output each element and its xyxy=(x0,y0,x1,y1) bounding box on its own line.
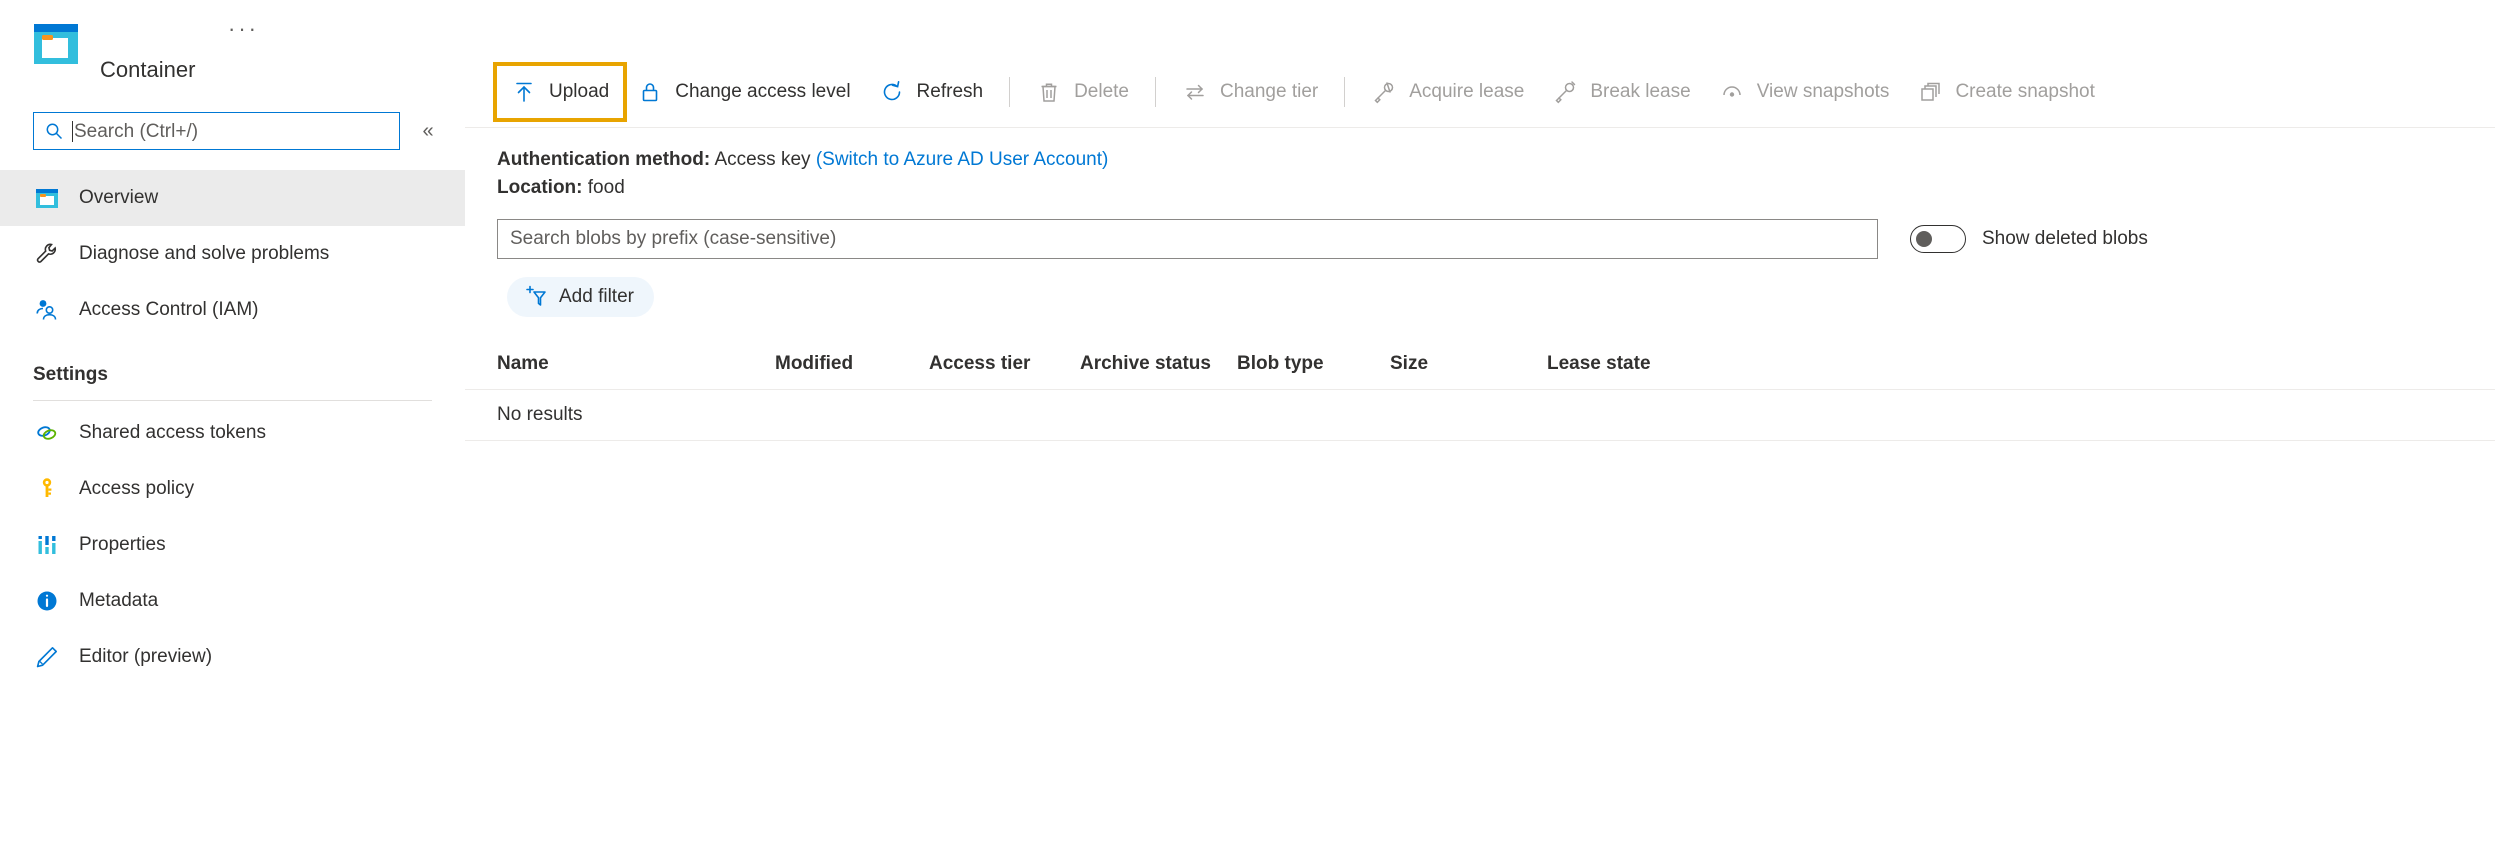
link-chain-icon xyxy=(33,419,61,447)
authentication-method-value: Access key xyxy=(714,149,810,170)
no-results-message: No results xyxy=(497,404,583,426)
sidebar-item-metadata[interactable]: Metadata xyxy=(0,573,465,629)
sidebar-item-shared-access-tokens[interactable]: Shared access tokens xyxy=(0,405,465,461)
container-blade: ··· Container Search (Ctrl+/) « xyxy=(0,0,2495,842)
plug-broken-icon xyxy=(1552,79,1578,105)
command-toolbar: Upload Change access level xyxy=(465,56,2495,128)
change-tier-button-label: Change tier xyxy=(1220,81,1318,103)
lock-icon xyxy=(637,79,663,105)
toolbar-separator xyxy=(1155,77,1156,107)
table-empty-row: No results xyxy=(465,389,2495,441)
authentication-info: Authentication method: Access key (Switc… xyxy=(465,128,2495,201)
change-tier-button: Change tier xyxy=(1168,66,1332,118)
toggle-knob xyxy=(1916,231,1932,247)
key-icon xyxy=(33,475,61,503)
table-header-row: Name Modified Access tier Archive status… xyxy=(465,339,2495,389)
sidebar-item-label: Diagnose and solve problems xyxy=(79,243,329,265)
blade-left-pane: ··· Container Search (Ctrl+/) « xyxy=(0,0,465,842)
column-header-access-tier[interactable]: Access tier xyxy=(929,353,1080,375)
container-icon xyxy=(33,21,79,67)
location-value: food xyxy=(588,177,625,198)
more-menu-button[interactable]: ··· xyxy=(228,18,259,40)
show-deleted-blobs-control: Show deleted blobs xyxy=(1910,225,2148,253)
add-filter-icon xyxy=(523,284,549,310)
view-snapshots-button-label: View snapshots xyxy=(1757,81,1890,103)
column-header-size[interactable]: Size xyxy=(1390,353,1547,375)
sidebar-item-label: Access Control (IAM) xyxy=(79,299,258,321)
create-snapshot-button: Create snapshot xyxy=(1903,66,2108,118)
column-header-archive-status[interactable]: Archive status xyxy=(1080,353,1237,375)
plug-icon xyxy=(1371,79,1397,105)
wrench-icon xyxy=(33,240,61,268)
upload-button-label: Upload xyxy=(549,81,609,103)
refresh-button[interactable]: Refresh xyxy=(865,66,998,118)
upload-button[interactable]: Upload xyxy=(497,66,623,118)
delete-button: Delete xyxy=(1022,66,1143,118)
snapshot-create-icon xyxy=(1917,79,1943,105)
chevron-double-left-icon[interactable]: « xyxy=(415,118,441,144)
column-header-name[interactable]: Name xyxy=(497,353,775,375)
authentication-method-label: Authentication method: xyxy=(497,149,710,170)
add-filter-button[interactable]: Add filter xyxy=(507,277,654,317)
location-line: Location: food xyxy=(497,174,2495,202)
change-access-level-label: Change access level xyxy=(675,81,850,103)
sidebar-group-title: Settings xyxy=(0,338,465,394)
sidebar-item-access-policy[interactable]: Access policy xyxy=(0,461,465,517)
text-caret xyxy=(72,121,73,142)
change-access-level-button[interactable]: Change access level xyxy=(623,66,864,118)
delete-button-label: Delete xyxy=(1074,81,1129,103)
add-filter-label: Add filter xyxy=(559,286,634,308)
search-input[interactable]: Search (Ctrl+/) xyxy=(33,112,400,150)
refresh-button-label: Refresh xyxy=(917,81,984,103)
sidebar-item-access-control-iam[interactable]: Access Control (IAM) xyxy=(0,282,465,338)
info-circle-icon xyxy=(33,587,61,615)
sidebar-search-row: Search (Ctrl+/) « xyxy=(0,112,465,156)
column-header-lease-state[interactable]: Lease state xyxy=(1547,353,1727,375)
sidebar-item-diagnose-and-solve-problems[interactable]: Diagnose and solve problems xyxy=(0,226,465,282)
authentication-method-line: Authentication method: Access key (Switc… xyxy=(497,146,2495,174)
create-snapshot-button-label: Create snapshot xyxy=(1955,81,2094,103)
sidebar-item-label: Shared access tokens xyxy=(79,422,266,444)
blade-content: Upload Change access level xyxy=(465,0,2495,842)
sidebar-nav: Overview Diagnose and solve problems xyxy=(0,170,465,685)
acquire-lease-button: Acquire lease xyxy=(1357,66,1538,118)
sidebar-item-label: Properties xyxy=(79,534,166,556)
sidebar-item-label: Access policy xyxy=(79,478,194,500)
column-header-blob-type[interactable]: Blob type xyxy=(1237,353,1390,375)
sidebar-item-editor-preview[interactable]: Editor (preview) xyxy=(0,629,465,685)
blob-search-input[interactable] xyxy=(497,219,1878,259)
blob-table: Name Modified Access tier Archive status… xyxy=(465,339,2495,441)
sidebar-item-label: Metadata xyxy=(79,590,158,612)
toolbar-separator xyxy=(1344,77,1345,107)
switch-to-azure-ad-link[interactable]: (Switch to Azure AD User Account) xyxy=(816,149,1109,170)
sidebar-item-properties[interactable]: Properties xyxy=(0,517,465,573)
people-icon xyxy=(33,296,61,324)
toolbar-separator xyxy=(1009,77,1010,107)
acquire-lease-button-label: Acquire lease xyxy=(1409,81,1524,103)
swap-arrows-icon xyxy=(1182,79,1208,105)
page-title: Container xyxy=(100,57,195,83)
break-lease-button-label: Break lease xyxy=(1590,81,1690,103)
break-lease-button: Break lease xyxy=(1538,66,1704,118)
search-icon xyxy=(44,121,64,141)
sidebar-item-label: Overview xyxy=(79,187,158,209)
show-deleted-blobs-toggle[interactable] xyxy=(1910,225,1966,253)
pencil-icon xyxy=(33,643,61,671)
blob-filter-row: Show deleted blobs xyxy=(465,201,2495,259)
column-header-modified[interactable]: Modified xyxy=(775,353,929,375)
show-deleted-blobs-label: Show deleted blobs xyxy=(1982,228,2148,250)
upload-arrow-icon xyxy=(511,79,537,105)
sidebar-divider xyxy=(33,400,432,401)
blade-header: ··· Container xyxy=(0,0,465,108)
search-placeholder: Search (Ctrl+/) xyxy=(74,122,198,141)
bars-icon xyxy=(33,531,61,559)
refresh-icon xyxy=(879,79,905,105)
sidebar-item-label: Editor (preview) xyxy=(79,646,212,668)
trash-icon xyxy=(1036,79,1062,105)
container-window-icon xyxy=(33,184,61,212)
snapshot-view-icon xyxy=(1719,79,1745,105)
sidebar-item-overview[interactable]: Overview xyxy=(0,170,465,226)
view-snapshots-button: View snapshots xyxy=(1705,66,1904,118)
location-label: Location: xyxy=(497,177,583,198)
